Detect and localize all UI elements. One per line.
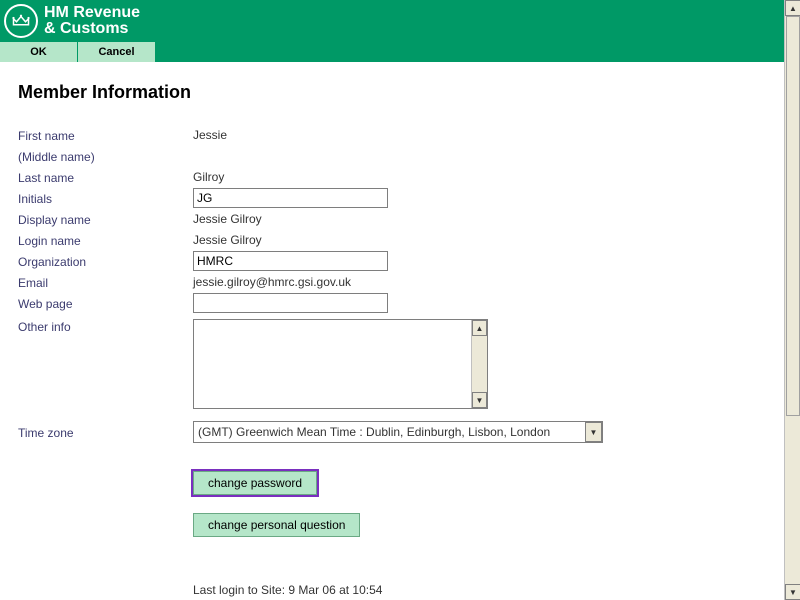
change-password-button[interactable]: change password <box>193 471 317 495</box>
crown-logo-icon <box>4 4 38 38</box>
label-login-name: Login name <box>18 233 193 248</box>
label-organization: Organization <box>18 254 193 269</box>
label-other-info: Other info <box>18 319 193 334</box>
time-zone-value: (GMT) Greenwich Mean Time : Dublin, Edin… <box>194 425 585 439</box>
brand-line1: HM Revenue <box>44 5 140 21</box>
time-zone-select[interactable]: (GMT) Greenwich Mean Time : Dublin, Edin… <box>193 421 603 443</box>
initials-input[interactable] <box>193 188 388 208</box>
scroll-up-icon[interactable]: ▲ <box>785 0 800 16</box>
brand-header: HM Revenue & Customs <box>0 0 784 42</box>
brand-logo: HM Revenue & Customs <box>4 4 140 38</box>
label-initials: Initials <box>18 191 193 206</box>
scroll-down-icon[interactable]: ▼ <box>785 584 800 600</box>
value-display-name: Jessie Gilroy <box>193 212 262 226</box>
action-bar: OK Cancel <box>0 42 784 62</box>
web-page-input[interactable] <box>193 293 388 313</box>
label-email: Email <box>18 275 193 290</box>
chevron-down-icon[interactable]: ▼ <box>585 422 602 442</box>
ok-button[interactable]: OK <box>0 42 78 62</box>
other-info-wrap: ▲ ▼ <box>193 319 488 409</box>
label-time-zone: Time zone <box>18 425 193 440</box>
scroll-thumb[interactable] <box>786 16 800 416</box>
scroll-down-icon[interactable]: ▼ <box>472 392 487 408</box>
label-web-page: Web page <box>18 296 193 311</box>
label-first-name: First name <box>18 128 193 143</box>
label-middle-name: (Middle name) <box>18 149 193 164</box>
brand-text: HM Revenue & Customs <box>44 5 140 37</box>
change-personal-question-button[interactable]: change personal question <box>193 513 360 537</box>
organization-input[interactable] <box>193 251 388 271</box>
crown-icon <box>12 14 30 28</box>
cancel-button[interactable]: Cancel <box>78 42 156 62</box>
label-last-name: Last name <box>18 170 193 185</box>
main-viewport: HM Revenue & Customs OK Cancel Member In… <box>0 0 784 600</box>
label-display-name: Display name <box>18 212 193 227</box>
value-last-name: Gilroy <box>193 170 224 184</box>
last-login-text: Last login to Site: 9 Mar 06 at 10:54 <box>193 583 766 597</box>
value-email: jessie.gilroy@hmrc.gsi.gov.uk <box>193 275 351 289</box>
page-scrollbar[interactable]: ▲ ▼ <box>784 0 800 600</box>
textarea-scrollbar[interactable]: ▲ ▼ <box>471 320 487 408</box>
brand-line2: & Customs <box>44 21 140 37</box>
page-title: Member Information <box>18 82 766 103</box>
scroll-up-icon[interactable]: ▲ <box>472 320 487 336</box>
value-first-name: Jessie <box>193 128 227 142</box>
other-info-textarea[interactable] <box>194 320 471 408</box>
value-login-name: Jessie Gilroy <box>193 233 262 247</box>
content-area: Member Information First name Jessie (Mi… <box>0 62 784 597</box>
